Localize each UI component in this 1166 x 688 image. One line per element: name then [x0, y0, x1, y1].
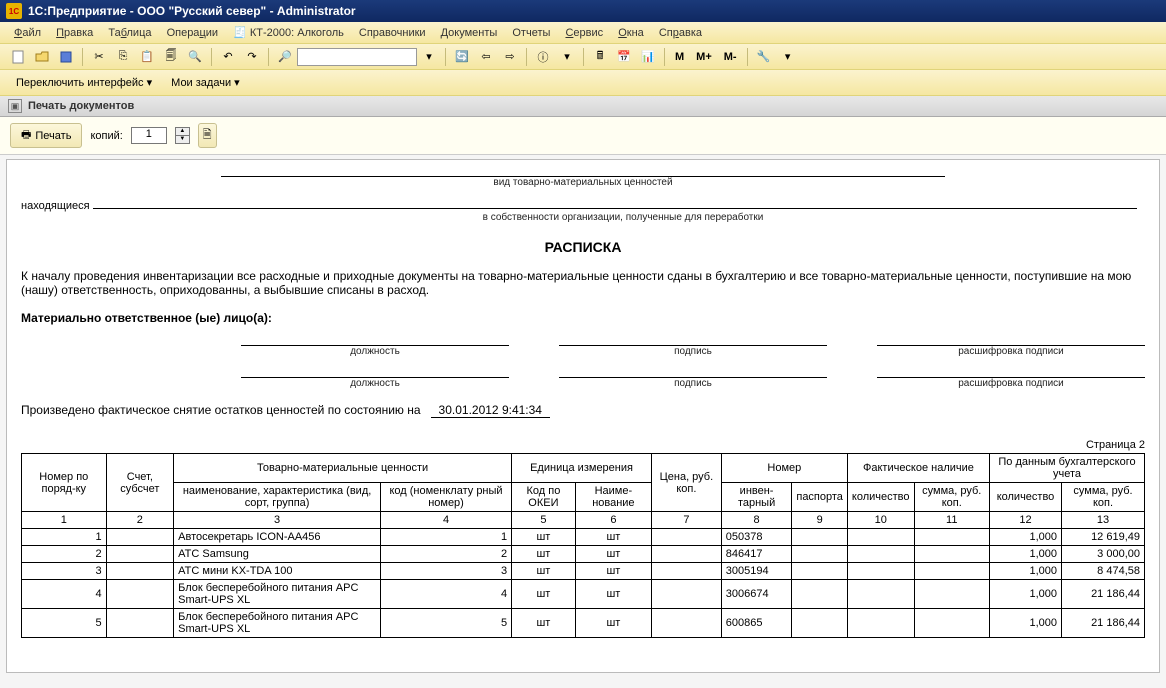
info-dd-icon[interactable]: ▾ [556, 47, 578, 67]
nav-back-icon[interactable]: ⇦ [475, 47, 497, 67]
sheet-icon: 🗎 [203, 126, 212, 145]
h-order: Номер по поряд-ку [22, 454, 107, 512]
h-account: Счет, субсчет [106, 454, 174, 512]
sig-sign-1: подпись [559, 346, 827, 357]
main-menu: Файл Правка Таблица Операции 🧾 КТ-2000: … [0, 22, 1166, 44]
menu-file[interactable]: Файл [8, 25, 47, 41]
inventory-table: Номер по поряд-ку Счет, субсчет Товарно-… [21, 453, 1145, 638]
menu-refs[interactable]: Справочники [353, 25, 432, 41]
undo-icon[interactable]: ↶ [217, 47, 239, 67]
app-logo-icon: 1C [6, 3, 22, 19]
window-title: 1С:Предприятие - ООО "Русский север" - A… [28, 4, 356, 18]
main-toolbar: ✂ ⎘ 📋 🗐 🔍 ↶ ↷ 🔎 ▾ 🔄 ⇦ ⇨ ⓘ ▾ 🖩 📅 📊 M M+ M… [0, 44, 1166, 70]
cut-icon[interactable]: ✂ [88, 47, 110, 67]
info-icon[interactable]: ⓘ [532, 47, 554, 67]
h-acc-sum: сумма, руб. коп. [1062, 483, 1145, 512]
memory-m-minus[interactable]: M- [718, 49, 743, 65]
fact-snapshot-line: Произведено фактическое снятие остатков … [21, 403, 1145, 417]
h-price: Цена, руб. коп. [652, 454, 722, 512]
menu-kt2000[interactable]: 🧾 КТ-2000: Алкоголь [227, 25, 350, 41]
calendar-icon[interactable]: 📅 [613, 47, 635, 67]
print-toolbar: 🖶Печать копий: 1 ▲▼ 🗎 [0, 117, 1166, 155]
search-combo[interactable] [297, 48, 417, 66]
signature-row-2: должность подпись расшифровка подписи [241, 375, 1145, 389]
document-page: вид товарно-материальных ценностей наход… [6, 159, 1160, 673]
refresh-icon[interactable]: 🔄 [451, 47, 473, 67]
printer-icon: 🖶 [21, 126, 31, 145]
preview-icon[interactable]: 🔍 [184, 47, 206, 67]
switch-interface[interactable]: Переключить интерфейс ▾ [8, 74, 160, 91]
wrench-dd-icon[interactable]: ▾ [777, 47, 799, 67]
main-paragraph: К началу проведения инвентаризации все р… [21, 269, 1145, 297]
h-num-inv: инвен-тарный [721, 483, 792, 512]
wrench-icon[interactable]: 🔧 [753, 47, 775, 67]
table-row: 3ATC мини KX-TDA 1003штшт30051941,0008 4… [22, 563, 1145, 580]
memory-m[interactable]: M [669, 49, 690, 65]
menu-service[interactable]: Сервис [559, 25, 609, 41]
tmc-type-caption: вид товарно-материальных ценностей [21, 177, 1145, 188]
paste-icon[interactable]: 📋 [136, 47, 158, 67]
h-unit: Единица измерения [512, 454, 652, 483]
page-number: Страница 2 [21, 439, 1145, 451]
menu-help[interactable]: Справка [653, 25, 708, 41]
sub-toolbar: Переключить интерфейс ▾ Мои задачи ▾ [0, 70, 1166, 96]
copies-only-button[interactable]: 🗎 [198, 123, 217, 148]
signature-row-1: должность подпись расшифровка подписи [241, 343, 1145, 357]
search-icon[interactable]: 🔎 [274, 47, 296, 67]
menu-reports[interactable]: Отчеты [506, 25, 556, 41]
sig-position-1: должность [241, 346, 509, 357]
sig-decode-2: расшифровка подписи [877, 378, 1145, 389]
ownership-caption: в собственности организации, полученные … [101, 212, 1145, 223]
close-tab-icon[interactable]: ▣ [8, 99, 22, 113]
h-tmc: Товарно-материальные ценности [174, 454, 512, 483]
h-fact-qty: количество [847, 483, 914, 512]
fact-date: 30.01.2012 9:41:34 [431, 403, 550, 418]
memory-m-plus[interactable]: M+ [690, 49, 718, 65]
copies-spinner[interactable]: ▲▼ [175, 127, 190, 144]
table-row: 2ATC Samsung2штшт8464171,0003 000,00 [22, 546, 1145, 563]
sig-decode-1: расшифровка подписи [877, 346, 1145, 357]
doc-copy-icon[interactable]: 🗐 [160, 47, 182, 67]
nav-fwd-icon[interactable]: ⇨ [499, 47, 521, 67]
h-unit-okei: Код по ОКЕИ [512, 483, 576, 512]
sig-sign-2: подпись [559, 378, 827, 389]
my-tasks[interactable]: Мои задачи ▾ [163, 74, 248, 91]
document-tab-title: Печать документов [28, 100, 134, 112]
menu-windows[interactable]: Окна [612, 25, 650, 41]
h-tmc-name: наименование, характеристика (вид, сорт,… [174, 483, 381, 512]
responsible-persons-label: Материально ответственное (ые) лицо(а): [21, 311, 1145, 325]
table-row: 4Блок бесперебойного питания APC Smart-U… [22, 580, 1145, 609]
located-label: находящиеся [21, 200, 90, 212]
redo-icon[interactable]: ↷ [241, 47, 263, 67]
chart-icon[interactable]: 📊 [637, 47, 659, 67]
menu-operations[interactable]: Операции [161, 25, 224, 41]
h-fact: Фактическое наличие [847, 454, 989, 483]
col-numbers-row: 12345678910111213 [22, 512, 1145, 529]
table-row: 1Автосекретарь ICON-AA4561штшт0503781,00… [22, 529, 1145, 546]
copies-input[interactable]: 1 [131, 127, 167, 144]
sig-position-2: должность [241, 378, 509, 389]
h-num-pass: паспорта [792, 483, 848, 512]
print-button[interactable]: 🖶Печать [10, 123, 82, 148]
h-unit-name: Наиме-нование [575, 483, 651, 512]
table-row: 5Блок бесперебойного питания APC Smart-U… [22, 609, 1145, 638]
copy-icon[interactable]: ⎘ [112, 47, 134, 67]
document-tab-bar: ▣ Печать документов [0, 96, 1166, 117]
new-icon[interactable] [7, 47, 29, 67]
h-tmc-code: код (номенклату рный номер) [380, 483, 511, 512]
calc-icon[interactable]: 🖩 [589, 47, 611, 67]
h-acc: По данным бухгалтерского учета [989, 454, 1144, 483]
open-icon[interactable] [31, 47, 53, 67]
copies-label: копий: [90, 130, 122, 142]
menu-docs[interactable]: Документы [435, 25, 504, 41]
title-bar: 1C 1С:Предприятие - ООО "Русский север" … [0, 0, 1166, 22]
save-icon[interactable] [55, 47, 77, 67]
h-acc-qty: количество [989, 483, 1061, 512]
dropdown-arrow-icon[interactable]: ▾ [418, 47, 440, 67]
menu-table[interactable]: Таблица [102, 25, 157, 41]
h-fact-sum: сумма, руб. коп. [914, 483, 989, 512]
menu-edit[interactable]: Правка [50, 25, 99, 41]
h-number: Номер [721, 454, 847, 483]
receipt-heading: РАСПИСКА [21, 239, 1145, 255]
